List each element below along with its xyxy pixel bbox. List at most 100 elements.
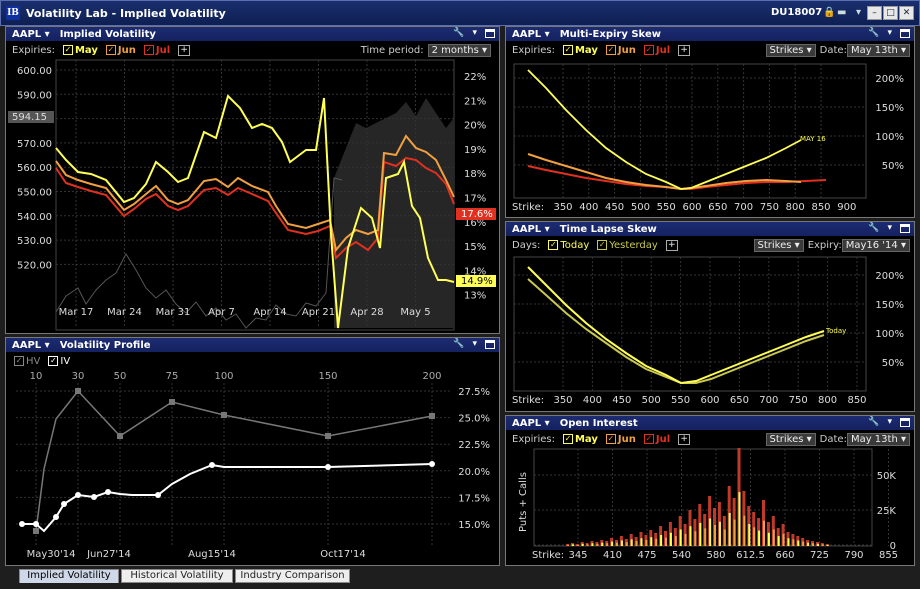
top-tick-label: 10 <box>30 371 43 382</box>
maximize-icon[interactable] <box>900 417 910 427</box>
jul-label: Jul <box>655 44 671 56</box>
menu-icon[interactable]: ▾ <box>856 7 861 19</box>
symbol-selector[interactable]: AAPL ▾ <box>512 29 550 40</box>
oi-bar <box>718 521 721 546</box>
oi-bar <box>640 538 643 546</box>
symbol-selector[interactable]: AAPL ▾ <box>12 340 50 351</box>
wrench-icon[interactable]: 🔧 <box>868 223 879 233</box>
tab-historical-volatility[interactable]: Historical Volatility <box>121 569 233 583</box>
dropdown-icon[interactable]: ▾ <box>887 28 892 38</box>
wrench-icon[interactable]: 🔧 <box>868 417 879 427</box>
oi-bar <box>596 543 599 546</box>
jun-checkbox[interactable]: ✓ <box>105 45 116 55</box>
hv-checkbox[interactable]: ✓ <box>14 356 24 366</box>
jul-checkbox[interactable]: ✓ <box>643 434 654 444</box>
x-tick-label: 900 <box>837 202 856 213</box>
iv-point <box>53 514 59 520</box>
oi-bar <box>606 543 609 546</box>
hv-label: HV <box>26 355 41 367</box>
dropdown-icon[interactable]: ▾ <box>887 417 892 427</box>
strikes-select[interactable]: Strikes ▾ <box>765 432 816 446</box>
panel-title: Implied Volatility <box>59 28 156 40</box>
date-select[interactable]: May 13th ▾ <box>846 43 910 57</box>
jun-checkbox[interactable]: ✓ <box>605 434 616 444</box>
y-tick-label: 50% <box>882 161 904 172</box>
oi-bar <box>763 520 765 546</box>
minimize-button[interactable]: – <box>867 6 882 20</box>
y2-tick-label: 22% <box>464 72 486 83</box>
oi-bar <box>660 535 663 546</box>
jun-label: Jun <box>117 44 136 56</box>
yesterday-checkbox[interactable]: ✓ <box>597 240 608 250</box>
may-checkbox[interactable]: ✓ <box>62 45 73 55</box>
panel-header: AAPL ▾ Implied Volatility 🔧 ▾ <box>6 27 499 41</box>
wrench-icon[interactable]: 🔧 <box>453 28 464 38</box>
wrench-icon[interactable]: 🔧 <box>868 28 879 38</box>
open-interest-chart: Puts + Calls 50K25K0Strike: 345 410 475 540 5… <box>518 448 898 561</box>
maximize-button[interactable]: □ <box>883 6 898 20</box>
oi-bar <box>723 529 726 546</box>
iv-point <box>61 501 67 507</box>
x-tick-label: Aug15'14 <box>188 549 236 560</box>
symbol-selector[interactable]: AAPL ▾ <box>512 418 550 429</box>
y-tick-label: 22.5% <box>458 440 490 451</box>
oi-bar <box>650 537 653 546</box>
tab-implied-volatility[interactable]: Implied Volatility <box>19 569 119 583</box>
x-tick-label: Mar 31 <box>156 307 191 318</box>
x-tick-label: 600 <box>700 395 719 406</box>
maximize-icon[interactable] <box>485 339 495 349</box>
oi-bar <box>812 543 814 546</box>
maximize-icon[interactable] <box>900 223 910 233</box>
iv-point <box>91 494 97 500</box>
strikes-select[interactable]: Strikes ▾ <box>753 238 804 252</box>
hv-point <box>429 413 435 419</box>
hv-point <box>75 388 81 394</box>
today-checkbox[interactable]: ✓ <box>548 240 559 250</box>
y-tick-label: 25K <box>877 506 897 517</box>
maximize-icon[interactable] <box>900 28 910 38</box>
may-checkbox[interactable]: ✓ <box>562 434 573 444</box>
y-tick-label: 25.0% <box>458 414 490 425</box>
wrench-icon[interactable]: 🔧 <box>453 339 464 349</box>
x-tick-label: Mar 17 <box>59 307 94 318</box>
lock-icon[interactable]: 🔒 <box>823 7 835 19</box>
add-expiry-button[interactable]: + <box>178 44 191 56</box>
jun-label: Jun <box>617 44 636 56</box>
strike-label: Strike: <box>512 395 544 406</box>
iv-checkbox[interactable]: ✓ <box>48 356 59 366</box>
strikes-select[interactable]: Strikes ▾ <box>765 43 816 57</box>
may-checkbox[interactable]: ✓ <box>562 45 573 55</box>
top-tick-label: 30 <box>72 371 85 382</box>
volatility-profile-panel: AAPL ▾ Volatility Profile 🔧 ▾ ✓ HV ✓ IV 10 3… <box>5 337 500 566</box>
date-select[interactable]: May 13th ▾ <box>846 432 910 446</box>
x-tick-label: Apr 28 <box>350 307 383 318</box>
jul-checkbox[interactable]: ✓ <box>143 45 154 55</box>
expiry-select[interactable]: May16 '14 ▾ <box>841 238 910 252</box>
dropdown-icon[interactable]: ▾ <box>472 28 477 38</box>
tab-industry-comparison[interactable]: Industry Comparison <box>235 569 350 583</box>
add-expiry-button[interactable]: + <box>678 433 691 445</box>
close-button[interactable]: ✕ <box>899 6 914 20</box>
time-period-select[interactable]: 2 months ▾ <box>427 43 491 57</box>
dropdown-icon[interactable]: ▾ <box>472 339 477 349</box>
jun-checkbox[interactable]: ✓ <box>605 45 616 55</box>
add-expiry-button[interactable]: + <box>678 44 691 56</box>
symbol-selector[interactable]: AAPL ▾ <box>512 224 550 235</box>
x-tick-label: 790 <box>844 550 863 561</box>
may-label: May <box>574 44 598 56</box>
add-day-button[interactable]: + <box>665 239 678 251</box>
oi-bar <box>753 527 756 546</box>
x-tick-label: 540 <box>672 550 691 561</box>
jul-checkbox[interactable]: ✓ <box>643 45 654 55</box>
dropdown-icon[interactable]: ▾ <box>887 223 892 233</box>
today-label: Today <box>560 239 590 251</box>
yellow-flag: 14.9% <box>461 276 493 287</box>
y-tick-label: 27.5% <box>458 387 490 398</box>
oi-bar <box>694 531 697 546</box>
link-icon[interactable]: ▬ <box>837 7 846 19</box>
maximize-icon[interactable] <box>485 28 495 38</box>
y-tick-label: 17.5% <box>458 493 490 504</box>
x-tick-label: 600 <box>682 202 701 213</box>
iv-point <box>19 521 25 527</box>
symbol-selector[interactable]: AAPL ▾ <box>12 29 50 40</box>
